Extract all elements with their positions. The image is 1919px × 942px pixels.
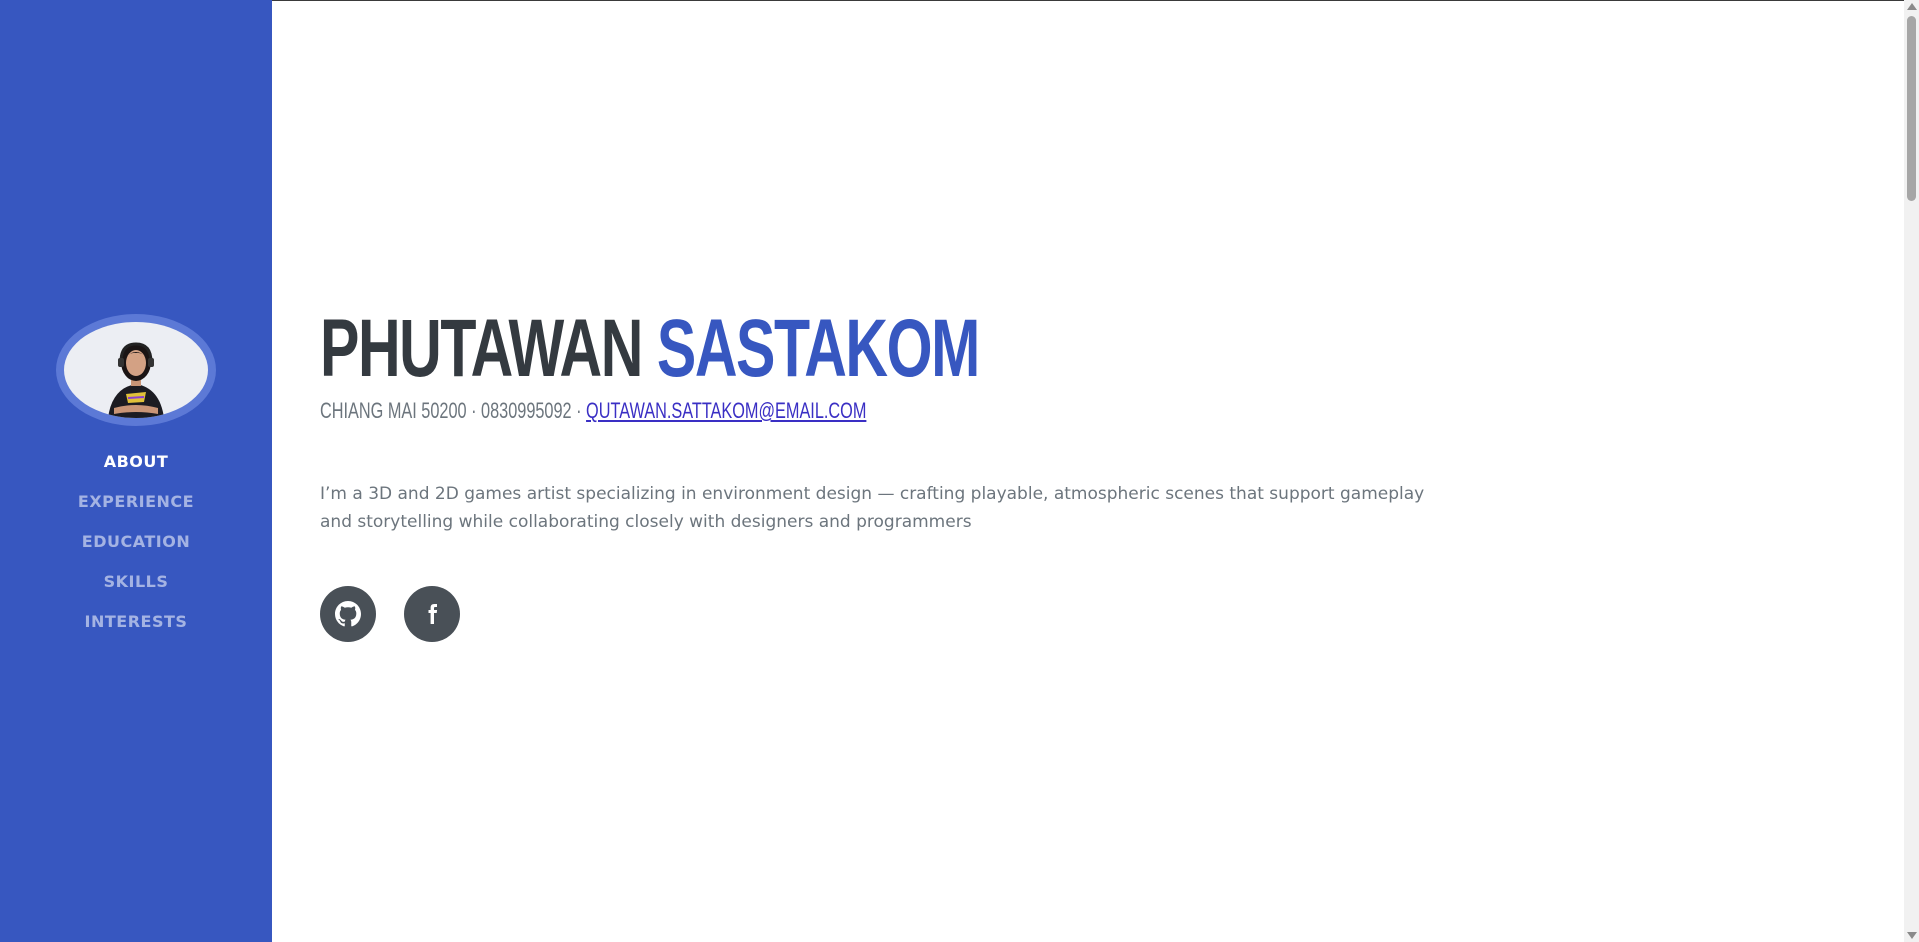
page-title: PHUTAWAN SASTAKOM	[320, 306, 1220, 392]
email-link[interactable]: QUTAWAN.SATTAKOM@EMAIL.COM	[586, 398, 866, 423]
scrollbar-thumb[interactable]	[1907, 16, 1916, 201]
github-icon	[335, 601, 361, 627]
facebook-button[interactable]	[404, 586, 460, 642]
scroll-down-icon[interactable]	[1907, 932, 1917, 939]
nav-item-about: ABOUT	[0, 450, 272, 490]
avatar	[64, 322, 208, 418]
person-photo-icon	[108, 342, 164, 418]
scroll-up-icon[interactable]	[1907, 3, 1917, 10]
social-icons	[320, 586, 1570, 642]
last-name: SASTAKOM	[656, 303, 980, 394]
nav-item-experience: EXPERIENCE	[0, 490, 272, 530]
address-phone: CHIANG MAI 50200 · 0830995092 ·	[320, 398, 587, 423]
about-section: PHUTAWAN SASTAKOM CHIANG MAI 50200 · 083…	[320, 306, 1570, 642]
contact-line: CHIANG MAI 50200 · 0830995092 · QUTAWAN.…	[320, 398, 1245, 424]
nav-item-interests: INTERESTS	[0, 610, 272, 650]
window-top-border	[0, 0, 1919, 1]
avatar-frame	[56, 314, 216, 426]
facebook-icon	[428, 604, 438, 624]
sidebar: ABOUT EXPERIENCE EDUCATION SKILLS INTERE…	[0, 0, 272, 942]
nav-link-skills[interactable]: SKILLS	[104, 572, 169, 591]
nav-item-skills: SKILLS	[0, 570, 272, 610]
nav-item-education: EDUCATION	[0, 530, 272, 570]
sidebar-nav: ABOUT EXPERIENCE EDUCATION SKILLS INTERE…	[0, 450, 272, 650]
nav-link-interests[interactable]: INTERESTS	[85, 612, 188, 631]
nav-link-about[interactable]: ABOUT	[104, 452, 169, 471]
first-name: PHUTAWAN	[320, 303, 643, 394]
scrollbar[interactable]	[1904, 0, 1919, 942]
nav-link-education[interactable]: EDUCATION	[82, 532, 190, 551]
nav-link-experience[interactable]: EXPERIENCE	[78, 492, 194, 511]
about-description: I’m a 3D and 2D games artist specializin…	[320, 484, 1425, 532]
github-button[interactable]	[320, 586, 376, 642]
